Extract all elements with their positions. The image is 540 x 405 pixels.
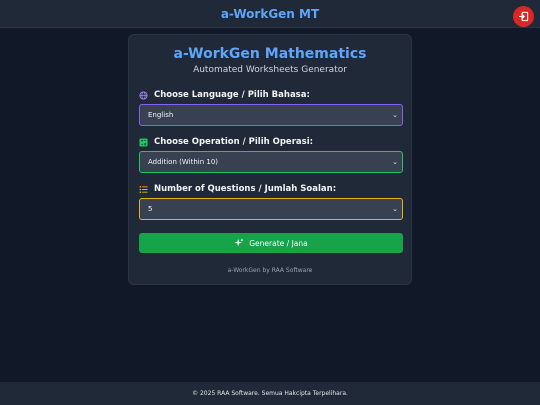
language-select[interactable]: English ⌄	[139, 104, 403, 126]
language-label-text: Choose Language / Pilih Bahasa:	[154, 90, 310, 100]
operation-select[interactable]: Addition (Within 10) ⌄	[139, 151, 403, 173]
language-label: Choose Language / Pilih Bahasa:	[139, 90, 310, 100]
top-navbar: a-WorkGen MT	[0, 0, 540, 28]
footer: © 2025 RAA Software. Semua Hakcipta Terp…	[0, 382, 540, 405]
calculator-icon	[139, 137, 148, 147]
operation-label: Choose Operation / Pilih Operasi:	[139, 137, 313, 147]
chevron-down-icon: ⌄	[392, 205, 398, 213]
questions-label: Number of Questions / Jumlah Soalan:	[139, 184, 336, 194]
globe-icon	[139, 90, 148, 100]
generate-button-label: Generate / Jana	[249, 238, 308, 248]
logout-button[interactable]	[513, 6, 534, 27]
app-title: a-WorkGen MT	[220, 7, 320, 21]
questions-select[interactable]: 5 ⌄	[139, 198, 403, 220]
card-subtitle: Automated Worksheets Generator	[193, 65, 347, 75]
copyright-text: © 2025 RAA Software. Semua Hakcipta Terp…	[192, 390, 348, 397]
list-icon	[139, 185, 148, 194]
logout-icon	[518, 11, 529, 22]
generator-card: a-WorkGen Mathematics Automated Workshee…	[128, 34, 412, 285]
credit-text: a-WorkGen by RAA Software	[227, 267, 313, 274]
generate-button[interactable]: Generate / Jana	[139, 233, 403, 253]
language-select-value: English	[148, 111, 174, 119]
sparkles-icon	[234, 238, 244, 248]
card-title: a-WorkGen Mathematics	[173, 46, 367, 62]
questions-select-value: 5	[148, 205, 153, 213]
operation-select-value: Addition (Within 10)	[148, 158, 218, 166]
chevron-down-icon: ⌄	[392, 111, 398, 119]
operation-label-text: Choose Operation / Pilih Operasi:	[154, 137, 314, 147]
chevron-down-icon: ⌄	[392, 158, 398, 166]
questions-label-text: Number of Questions / Jumlah Soalan:	[154, 184, 337, 194]
